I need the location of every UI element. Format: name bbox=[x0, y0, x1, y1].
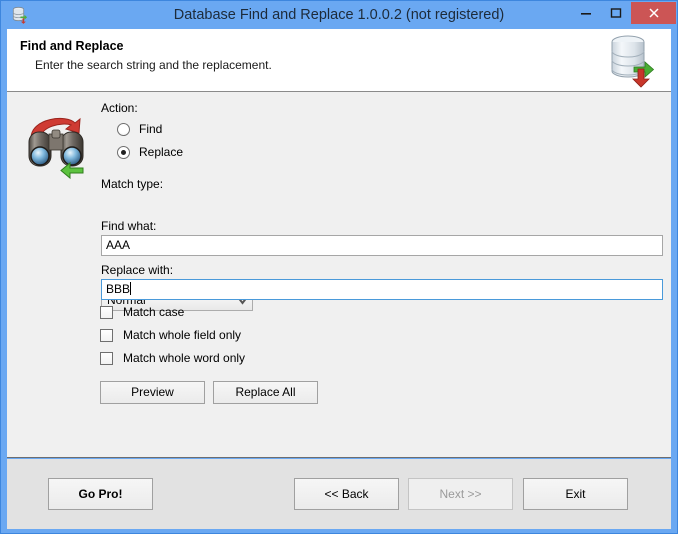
radio-find[interactable]: Find bbox=[117, 120, 162, 138]
page-title: Find and Replace bbox=[20, 39, 124, 53]
binoculars-icon bbox=[19, 106, 95, 182]
main-panel: Action: Find Replace Match type: Normal … bbox=[7, 92, 671, 458]
checkbox-match-whole-word-box bbox=[100, 352, 113, 365]
checkbox-match-case-label: Match case bbox=[123, 305, 184, 319]
text-caret bbox=[130, 282, 131, 295]
go-pro-button[interactable]: Go Pro! bbox=[48, 478, 153, 510]
find-what-input[interactable]: AAA bbox=[101, 235, 663, 256]
checkbox-match-whole-field-label: Match whole field only bbox=[123, 328, 241, 342]
checkbox-match-whole-field-box bbox=[100, 329, 113, 342]
exit-button[interactable]: Exit bbox=[523, 478, 628, 510]
find-what-label: Find what: bbox=[101, 219, 156, 233]
checkbox-match-whole-word[interactable]: Match whole word only bbox=[100, 350, 245, 366]
replace-all-button[interactable]: Replace All bbox=[213, 381, 318, 404]
radio-find-label: Find bbox=[139, 122, 162, 136]
replace-with-label: Replace with: bbox=[101, 263, 173, 277]
application-window: Database Find and Replace 1.0.0.2 (not r… bbox=[0, 0, 678, 534]
next-button: Next >> bbox=[408, 478, 513, 510]
back-button[interactable]: << Back bbox=[294, 478, 399, 510]
database-icon bbox=[604, 31, 662, 89]
maximize-icon[interactable] bbox=[601, 2, 631, 24]
checkbox-match-case[interactable]: Match case bbox=[100, 304, 184, 320]
checkbox-match-whole-word-label: Match whole word only bbox=[123, 351, 245, 365]
match-type-label: Match type: bbox=[101, 177, 163, 191]
checkbox-match-case-box bbox=[100, 306, 113, 319]
radio-replace-label: Replace bbox=[139, 145, 183, 159]
replace-with-input[interactable]: BBB bbox=[101, 279, 663, 300]
radio-find-mark bbox=[117, 123, 130, 136]
page-subtitle: Enter the search string and the replacem… bbox=[35, 58, 272, 72]
radio-replace[interactable]: Replace bbox=[117, 143, 183, 161]
minimize-icon[interactable] bbox=[571, 2, 601, 24]
footer-bar: Go Pro! << Back Next >> Exit bbox=[7, 459, 671, 529]
title-bar[interactable]: Database Find and Replace 1.0.0.2 (not r… bbox=[1, 1, 677, 29]
close-icon[interactable] bbox=[631, 2, 676, 24]
preview-button[interactable]: Preview bbox=[100, 381, 205, 404]
radio-replace-mark bbox=[117, 146, 130, 159]
replace-with-value: BBB bbox=[106, 282, 130, 296]
wizard-header: Find and Replace Enter the search string… bbox=[7, 29, 671, 92]
checkbox-match-whole-field[interactable]: Match whole field only bbox=[100, 327, 241, 343]
find-what-value: AAA bbox=[106, 238, 130, 252]
action-label: Action: bbox=[101, 101, 138, 115]
